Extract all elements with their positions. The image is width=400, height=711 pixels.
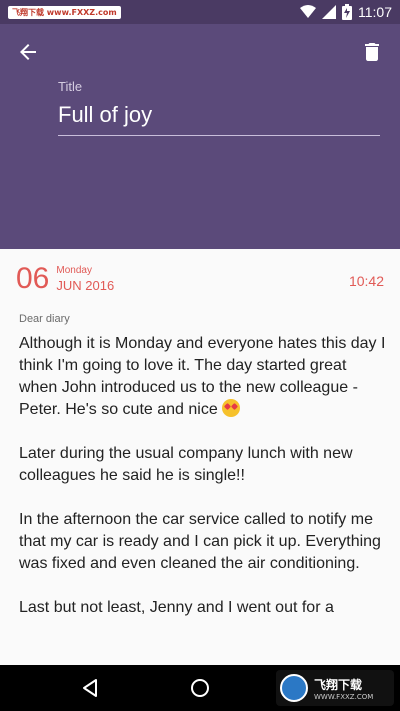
entry-content: 06 Monday JUN 2016 10:42 Dear diary Alth… (0, 249, 400, 665)
trash-icon (365, 43, 379, 61)
entry-paragraph: Later during the usual company lunch wit… (19, 445, 353, 484)
brand-logo-icon (280, 674, 308, 702)
heart-eyes-emoji-icon (222, 399, 241, 417)
entry-paragraph: In the afternoon the car service called … (19, 511, 381, 572)
date-meta: Monday JUN 2016 (56, 265, 114, 294)
title-field[interactable]: Full of joy (58, 102, 380, 136)
entry-header: Title Full of joy (0, 24, 400, 249)
title-label: Title (58, 79, 83, 94)
brand-subtext: WWW.FXXZ.COM (314, 692, 374, 701)
delete-button[interactable] (360, 40, 384, 64)
status-time: 11:07 (358, 4, 392, 20)
entry-time[interactable]: 10:42 (349, 273, 384, 289)
wifi-icon (300, 5, 316, 18)
entry-paragraph: Although it is Monday and everyone hates… (19, 335, 386, 418)
brand-text-group: 飞翔下载 WWW.FXXZ.COM (314, 676, 373, 701)
battery-icon (342, 4, 352, 20)
entry-paragraph: Last but not least, Jenny and I went out… (19, 599, 334, 616)
nav-back-icon (83, 679, 97, 697)
watermark-badge: 飞翔下载 www.FXXZ.com (8, 5, 121, 19)
nav-home-button[interactable] (180, 668, 220, 708)
nav-back-button[interactable] (70, 668, 110, 708)
status-bar: 飞翔下载 www.FXXZ.com 11:07 (0, 0, 400, 24)
signal-icon (322, 5, 336, 19)
brand-watermark: 飞翔下载 WWW.FXXZ.COM (276, 670, 394, 706)
weekday-label: Monday (56, 265, 92, 276)
date-display[interactable]: 06 Monday JUN 2016 (16, 263, 114, 295)
month-year-label: JUN 2016 (56, 278, 115, 293)
navigation-bar: 飞翔下载 WWW.FXXZ.COM (0, 665, 400, 711)
back-button[interactable] (16, 40, 40, 64)
nav-home-icon (191, 679, 209, 697)
arrow-left-icon (20, 44, 36, 60)
status-icons: 11:07 (300, 4, 392, 20)
brand-text: 飞翔下载 (314, 677, 363, 692)
entry-subtitle: Dear diary (19, 313, 70, 325)
day-number: 06 (16, 262, 50, 295)
entry-body[interactable]: Although it is Monday and everyone hates… (19, 333, 389, 641)
